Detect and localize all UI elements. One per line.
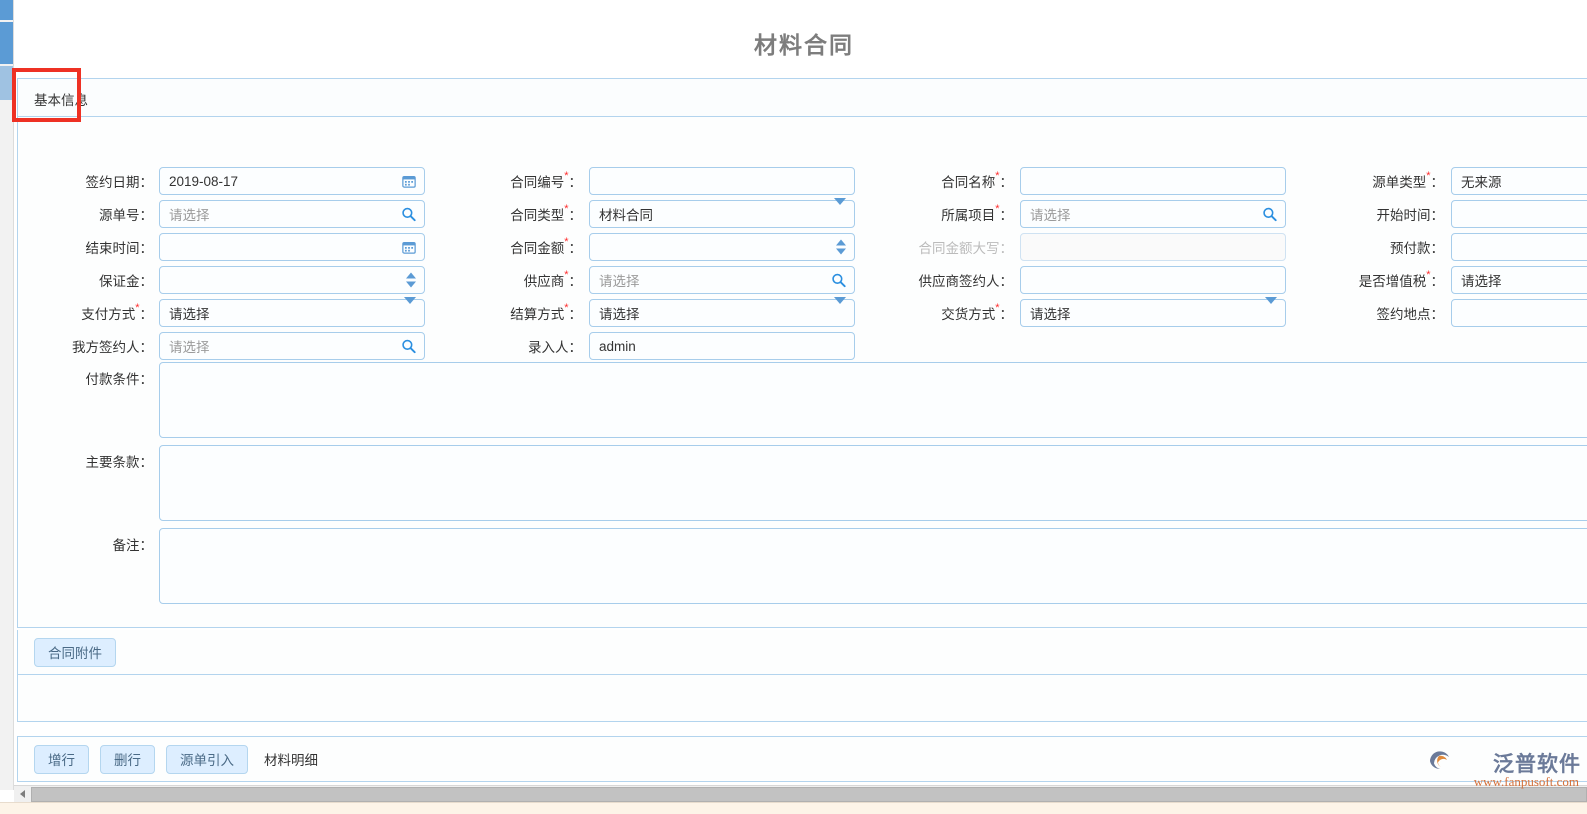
brand-logo-icon	[1427, 749, 1453, 778]
horizontal-scrollbar[interactable]	[14, 785, 1587, 802]
field-label: 预付款：	[1390, 241, 1444, 256]
attachments-panel: 合同附件	[17, 630, 1587, 722]
form-fields-container: 签约日期： 2019-08-17 源单号： 请选择 结束时间： 保证金： 支付方…	[18, 117, 1587, 360]
tab-bar: 基本信息	[18, 79, 1587, 117]
field-label: 录入人：	[528, 340, 582, 355]
field-input[interactable]: 无来源	[1451, 167, 1587, 195]
form-textarea-row: 付款条件：	[18, 362, 1587, 438]
form-textarea-row: 备注：	[18, 528, 1587, 604]
textarea-input[interactable]	[159, 528, 1587, 604]
attachments-tab-bar: 合同附件	[18, 630, 1587, 675]
field-value: 无来源	[1461, 175, 1502, 190]
field-input[interactable]: 请选择	[1451, 266, 1587, 294]
field-input[interactable]	[1451, 299, 1587, 327]
tab-basic-info[interactable]: 基本信息	[34, 89, 88, 109]
field-input[interactable]	[1451, 200, 1587, 228]
field-value: admin	[599, 338, 636, 354]
vertical-scrollbar-thumb-3[interactable]	[0, 66, 13, 100]
field-input[interactable]	[1451, 233, 1587, 261]
watermark: 泛普软件 www.fanpusoft.com	[1391, 748, 1581, 794]
delete-row-button[interactable]: 删行	[100, 744, 155, 774]
textarea-label: 付款条件：	[85, 372, 154, 387]
os-taskbar-strip	[0, 802, 1587, 814]
field-label: 开始时间：	[1376, 208, 1445, 223]
textarea-label: 主要条款：	[85, 455, 154, 470]
textarea-input[interactable]	[159, 362, 1587, 438]
field-input[interactable]: admin	[589, 332, 855, 360]
horizontal-scrollbar-thumb[interactable]	[31, 786, 1587, 802]
basic-info-panel: 基本信息 签约日期： 2019-08-17 源单号： 请选择 结束时间： 保证金…	[17, 78, 1587, 628]
scroll-left-arrow-icon[interactable]	[14, 786, 31, 803]
watermark-url: www.fanpusoft.com	[1473, 774, 1579, 789]
field-label: 签约地点：	[1376, 307, 1445, 322]
field-value: 请选择	[1461, 274, 1502, 289]
vertical-scrollbar-thumb-1[interactable]	[0, 0, 13, 20]
detail-section-label: 材料明细	[264, 753, 318, 768]
form-textarea-row: 主要条款：	[18, 445, 1587, 521]
textarea-label: 备注：	[112, 538, 154, 553]
add-row-button[interactable]: 增行	[34, 744, 89, 774]
vertical-scrollbar[interactable]	[0, 0, 14, 790]
textarea-input[interactable]	[159, 445, 1587, 521]
page-header: 材料合同	[14, 0, 1587, 76]
vertical-scrollbar-thumb-2[interactable]	[0, 22, 13, 64]
application-window: 材料合同 基本信息 签约日期： 2019-08-17 源单号： 请选择 结束时间…	[0, 0, 1587, 814]
page-title: 材料合同	[754, 32, 854, 58]
contract-attachment-button[interactable]: 合同附件	[34, 637, 116, 667]
import-source-button[interactable]: 源单引入	[166, 744, 248, 774]
detail-toolbar: 增行 删行 源单引入 材料明细	[17, 736, 1587, 782]
field-label: 源单类型*：	[1372, 170, 1444, 191]
field-label: 是否增值税*：	[1358, 269, 1444, 290]
